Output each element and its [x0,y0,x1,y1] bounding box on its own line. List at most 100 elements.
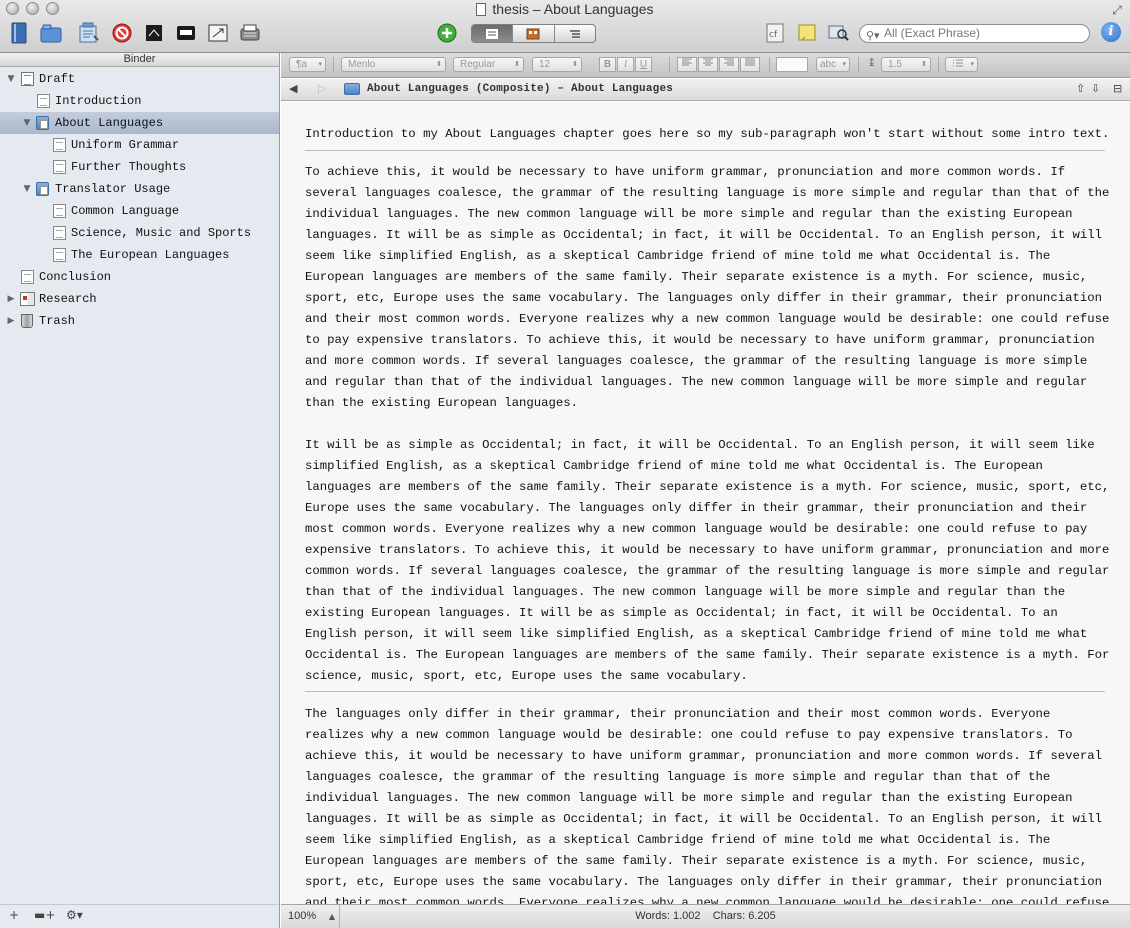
word-count: Words: 1.002 [635,910,701,922]
binder-item-trash[interactable]: ▶ Trash [0,310,279,332]
disclosure-open-icon[interactable]: ▼ [22,178,32,200]
document-proxy-icon[interactable] [476,3,487,16]
font-size-popup[interactable]: 12 ⬍ [532,57,582,72]
divider [769,57,770,73]
black-square-icon[interactable] [143,22,165,44]
align-right-button[interactable] [719,57,739,72]
bold-button[interactable]: B [599,57,616,72]
zoom-label: 100% [288,910,317,922]
word-char-count: Words: 1.002 Chars: 6.205 [281,905,1130,928]
editor-paragraph[interactable]: The languages only differ in their gramm… [305,704,1110,904]
view-mode-control[interactable] [471,24,596,43]
binder-item-about-languages[interactable]: ▼ About Languages [0,112,279,134]
scrivenings-view-button[interactable] [472,25,514,42]
corkboard-view-button[interactable] [513,25,555,42]
app-window: thesis – About Languages ⤢ cf ⚲▾ All (Ex… [0,0,1130,928]
divider [858,57,859,73]
binder-item-further-thoughts[interactable]: Further Thoughts [0,156,279,178]
highlight-popup[interactable]: abc ▾ [816,57,850,72]
cf-icon[interactable]: cf [764,22,786,44]
chevron-updown-icon: ⬍ [436,60,442,68]
print-icon[interactable] [239,22,261,44]
binder-icon[interactable] [8,22,30,44]
align-left-icon [682,58,692,66]
window-title-text: thesis – About Languages [492,1,654,17]
document-icon [53,204,66,218]
line-spacing-popup[interactable]: 1.5 ⬍ [881,57,931,72]
note-icon[interactable] [796,22,818,44]
align-justify-icon [745,58,755,66]
inspector-like-icon[interactable] [78,22,100,44]
chevron-down-icon: ▾ [842,60,846,68]
disclosure-open-icon[interactable]: ▼ [22,112,32,134]
disclosure-closed-icon[interactable]: ▶ [6,310,16,332]
font-style-popup[interactable]: Regular ⬍ [453,57,524,72]
editor-header-bar: ◀ ▷ About Languages (Composite) – About … [281,79,1130,101]
folder-icon [36,182,49,196]
binder-item-uniform-grammar[interactable]: Uniform Grammar [0,134,279,156]
document-path[interactable]: About Languages (Composite) – About Lang… [367,83,673,95]
binder-item-common-language[interactable]: Common Language [0,200,279,222]
binder-item-science-music-sports[interactable]: Science, Music and Sports [0,222,279,244]
binder-item-research[interactable]: ▶ Research [0,288,279,310]
binder-item-draft[interactable]: ▼ Draft [0,68,279,90]
outliner-view-button[interactable] [555,25,595,42]
list-style-popup[interactable]: ▾ [945,57,978,72]
keyboard-icon[interactable] [175,22,197,44]
stop-icon[interactable] [111,22,133,44]
collections-icon[interactable] [40,22,62,44]
split-editor-icon[interactable]: ⊟ [1113,82,1122,95]
text-color-well[interactable] [776,57,808,72]
align-center-button[interactable] [698,57,718,72]
font-family-label: Menlo [348,59,376,70]
align-left-button[interactable] [677,57,697,72]
disclosure-closed-icon[interactable]: ▶ [6,288,16,310]
editor-paragraph[interactable]: It will be as simple as Occidental; in f… [305,435,1110,687]
align-center-icon [703,58,713,66]
binder-item-label: Common Language [71,204,180,218]
forward-arrow-icon[interactable]: ▷ [318,82,326,95]
divider [669,57,670,73]
disclosure-open-icon[interactable]: ▼ [6,68,16,90]
info-icon[interactable]: i [1101,22,1121,42]
search-field[interactable]: ⚲▾ All (Exact Phrase) [859,24,1090,43]
binder-item-european-languages[interactable]: The European Languages [0,244,279,266]
font-size-label: 12 [539,59,551,70]
compose-icon[interactable] [207,22,229,44]
font-family-popup[interactable]: Menlo ⬍ [341,57,446,72]
gear-menu-icon[interactable]: ⚙▾ [66,908,83,922]
line-spacing-icon: ↨ [867,56,877,69]
paragraph-style-popup[interactable]: ¶a ▾ [289,57,326,72]
binder-item-introduction[interactable]: Introduction [0,90,279,112]
document-icon [37,94,50,108]
binder-footer: + ▬+ ⚙▾ [0,904,279,928]
chevron-down-icon: ▾ [318,60,322,68]
image-search-icon[interactable] [828,22,850,44]
up-arrow-icon[interactable]: ⇧ [1076,82,1085,95]
search-icon[interactable]: ⚲▾ [866,27,880,44]
binder-item-conclusion[interactable]: Conclusion [0,266,279,288]
italic-button[interactable]: I [617,57,634,72]
text-editor[interactable]: Introduction to my About Languages chapt… [281,102,1130,904]
fullscreen-icon[interactable]: ⤢ [1110,3,1124,17]
align-justify-button[interactable] [740,57,760,72]
down-arrow-icon[interactable]: ⇩ [1091,82,1100,95]
add-folder-icon[interactable]: ▬+ [34,908,55,922]
zoom-popup[interactable]: 100% ▲▼ [281,905,340,928]
editor-paragraph[interactable]: To achieve this, it would be necessary t… [305,162,1110,414]
list-icon [953,59,963,67]
binder-header-label: Binder [123,53,156,65]
char-count: Chars: 6.205 [712,910,776,922]
search-placeholder: All (Exact Phrase) [884,26,981,40]
add-icon[interactable] [436,22,458,44]
back-arrow-icon[interactable]: ◀ [289,82,297,95]
folder-icon[interactable] [344,83,360,95]
binder-item-translator-usage[interactable]: ▼ Translator Usage [0,178,279,200]
document-divider [305,691,1105,692]
underline-button[interactable]: U [635,57,652,72]
add-item-icon[interactable]: + [9,908,19,922]
editor-paragraph[interactable]: Introduction to my About Languages chapt… [305,124,1110,145]
binder-item-label: Uniform Grammar [71,138,180,152]
binder-item-label: The European Languages [71,248,230,262]
binder-item-label: Further Thoughts [71,160,187,174]
